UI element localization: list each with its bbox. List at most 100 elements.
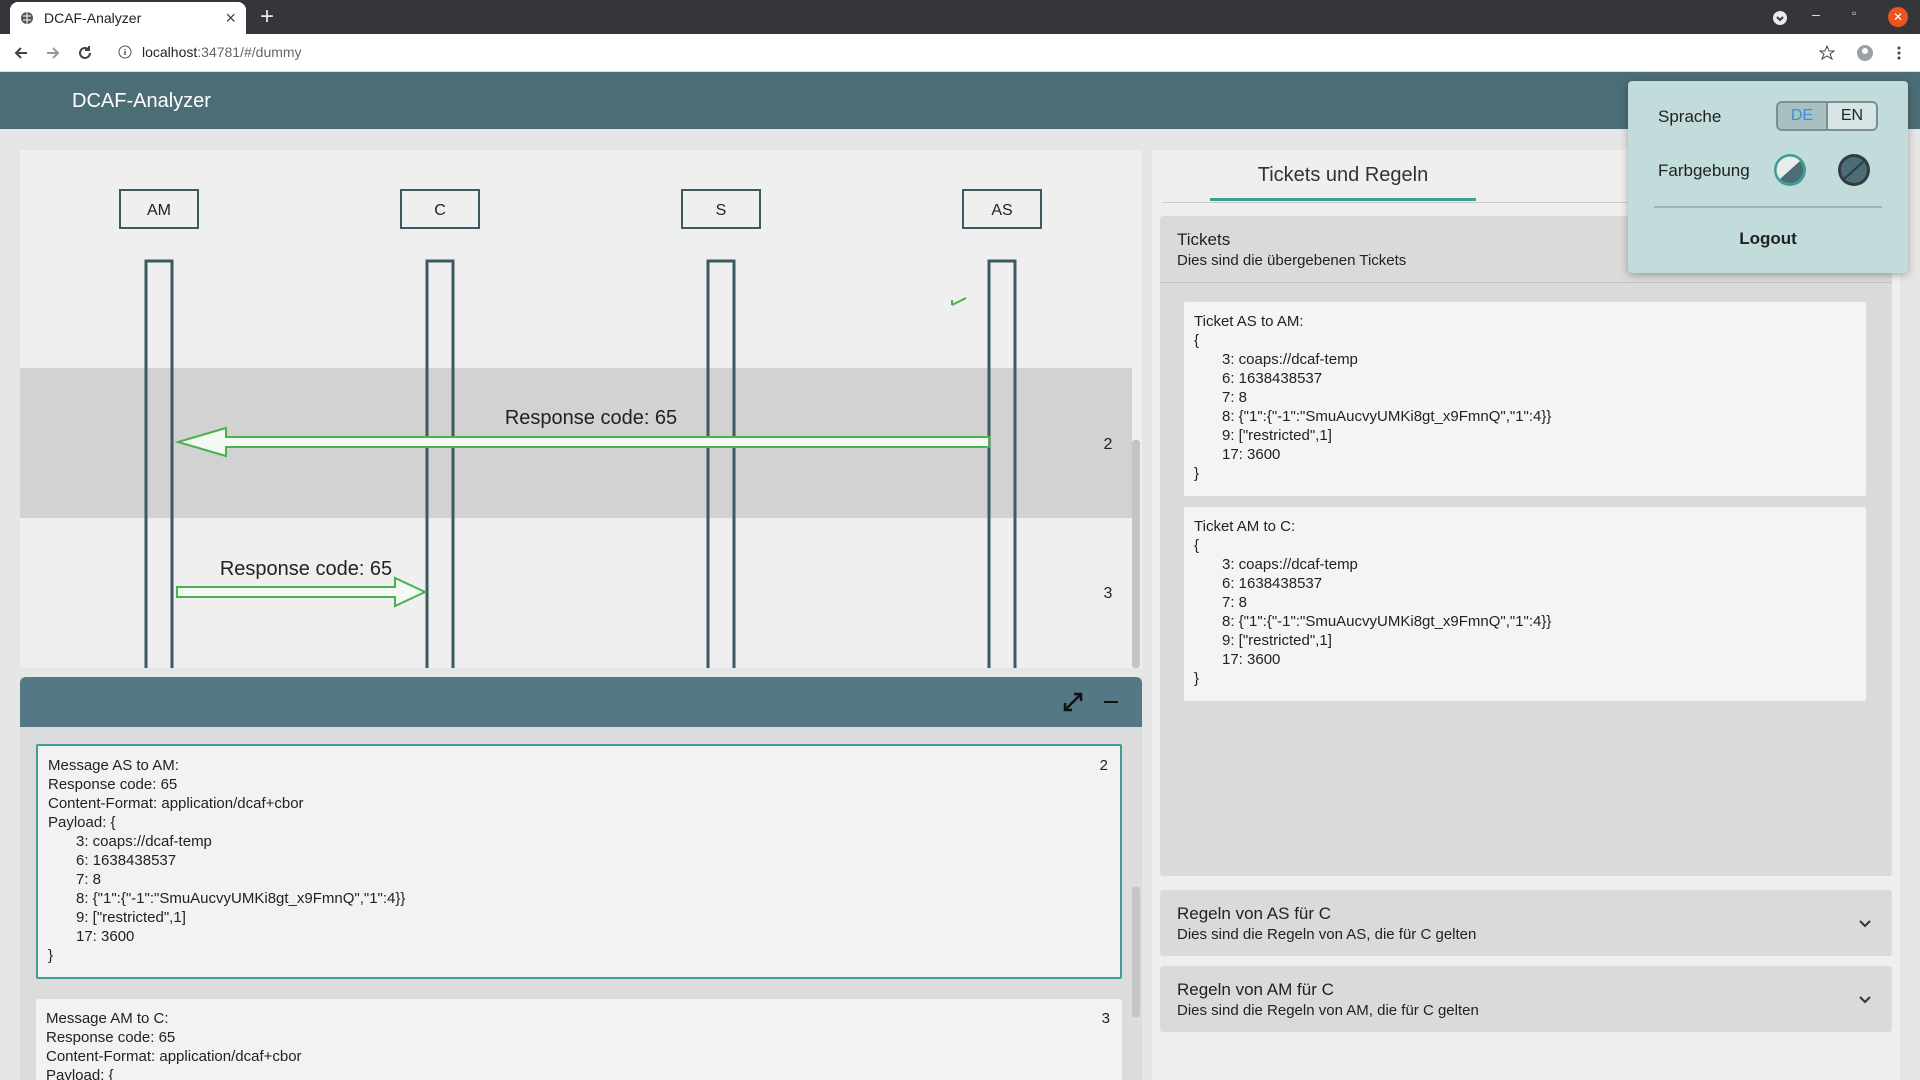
close-tab-icon[interactable]: × (225, 8, 236, 29)
message-detail-card[interactable]: 3 Message AM to C: Response code: 65 Con… (36, 999, 1122, 1080)
browser-tab[interactable]: DCAF-Analyzer × (10, 2, 246, 34)
message-detail-line: Response code: 65 (48, 776, 178, 793)
ticket-heading: Ticket AM to C: (1194, 518, 1296, 535)
star-icon[interactable] (1816, 42, 1838, 64)
message-detail-line: Response code: 65 (46, 1029, 176, 1046)
message-detail-line: Payload: { (48, 814, 116, 831)
profile-icon[interactable] (1854, 42, 1876, 64)
message-arrow-3[interactable]: Response code: 65 3 (176, 558, 1113, 608)
info-icon[interactable] (118, 45, 132, 59)
message-detail-line: Message AS to AM: (48, 757, 179, 774)
message-detail-card[interactable]: 2 Message AS to AM: Response code: 65 Co… (36, 744, 1122, 979)
browser-toolbar: localhost:34781/#/dummy (0, 34, 1920, 72)
address-bar[interactable]: localhost:34781/#/dummy (142, 44, 302, 60)
browser-tabstrip: DCAF-Analyzer × + – ▫ ✕ (0, 0, 1920, 34)
ticket-line: 8: {"1":{"-1":"SmuAucvyUMKi8gt_x9FmnQ","… (1222, 613, 1552, 630)
url-path: :34781/#/dummy (197, 44, 302, 60)
profile-menu-icon[interactable] (1772, 10, 1788, 26)
minimize-icon[interactable]: – (1812, 6, 1820, 22)
message-label-3: Response code: 65 (220, 558, 392, 580)
participant-label-as: AS (991, 202, 1012, 219)
payload-line: 3: coaps://dcaf-temp (76, 833, 212, 850)
chevron-down-icon[interactable] (1858, 992, 1872, 1006)
ticket-card: Ticket AS to AM: { 3: coaps://dcaf-temp … (1184, 302, 1866, 496)
forward-icon[interactable] (42, 42, 64, 64)
ticket-line: 17: 3600 (1222, 446, 1281, 463)
ticket-line: 3: coaps://dcaf-temp (1222, 556, 1358, 573)
settings-divider (1654, 206, 1882, 208)
browser-tab-title: DCAF-Analyzer (44, 10, 142, 26)
message-number-3: 3 (1104, 585, 1113, 602)
lang-de-button[interactable]: DE (1778, 103, 1826, 129)
rules-as-subtitle: Dies sind die Regeln von AS, die für C g… (1177, 926, 1477, 943)
participant-am[interactable]: AM (119, 189, 199, 229)
ticket-card: Ticket AM to C: { 3: coaps://dcaf-temp 6… (1184, 507, 1866, 701)
minimize-panel-icon[interactable] (1098, 690, 1124, 714)
message-detail-number: 3 (1101, 1010, 1110, 1027)
tickets-rules-panel: Tickets und Regeln Tickets Dies sind die… (1152, 150, 1900, 1080)
maximize-icon[interactable]: ▫ (1852, 6, 1856, 20)
check-icon (951, 297, 967, 306)
ticket-line: 8: {"1":{"-1":"SmuAucvyUMKi8gt_x9FmnQ","… (1222, 408, 1552, 425)
message-detail-line: Message AM to C: (46, 1010, 169, 1027)
sequence-diagram-svg: AM C S AS Response code: 65 2 Response c… (20, 189, 1132, 668)
chevron-down-icon[interactable] (1858, 916, 1872, 930)
lang-en-button[interactable]: EN (1826, 103, 1876, 129)
url-host: localhost (142, 44, 198, 60)
diagram-scrollbar[interactable] (1132, 440, 1140, 668)
rules-am-subtitle: Dies sind die Regeln von AM, die für C g… (1177, 1002, 1479, 1019)
payload-line: 17: 3600 (76, 928, 135, 945)
app-title: DCAF-Analyzer (72, 90, 211, 112)
payload-line: 8: {"1":{"-1":"SmuAucvyUMKi8gt_x9FmnQ","… (76, 890, 406, 907)
back-icon[interactable] (10, 42, 32, 64)
details-scrollbar[interactable] (1132, 887, 1140, 1017)
reload-icon[interactable] (74, 42, 96, 64)
participant-c[interactable]: C (400, 189, 480, 229)
language-toggle: DE EN (1776, 101, 1878, 131)
tickets-subtitle: Dies sind die übergebenen Tickets (1177, 252, 1407, 269)
dark-theme-icon[interactable] (1836, 152, 1872, 188)
ticket-line: 17: 3600 (1222, 651, 1281, 668)
participant-as[interactable]: AS (962, 189, 1042, 229)
message-detail-line: Content-Format: application/dcaf+cbor (46, 1048, 302, 1065)
globe-icon (21, 12, 33, 24)
payload-line: 9: ["restricted",1] (76, 909, 186, 926)
rules-am-accordion[interactable]: Regeln von AM für C Dies sind die Regeln… (1160, 966, 1892, 1032)
color-scheme-label: Farbgebung (1658, 161, 1750, 180)
logout-button[interactable]: Logout (1628, 229, 1908, 249)
message-number-2: 2 (1104, 436, 1113, 453)
light-theme-icon[interactable] (1772, 152, 1808, 188)
participant-s[interactable]: S (681, 189, 761, 229)
message-detail-line: Content-Format: application/dcaf+cbor (48, 795, 304, 812)
tab-indicator (1210, 198, 1476, 201)
new-tab-button[interactable]: + (260, 4, 274, 30)
ticket-line: 7: 8 (1222, 594, 1248, 611)
ticket-open: { (1194, 332, 1200, 349)
ticket-line: 3: coaps://dcaf-temp (1222, 351, 1358, 368)
rules-am-title: Regeln von AM für C (1177, 980, 1334, 999)
rules-as-title: Regeln von AS für C (1177, 904, 1332, 923)
settings-popup: Sprache DE EN Farbgebung Logout (1628, 81, 1908, 273)
rules-as-accordion[interactable]: Regeln von AS für C Dies sind die Regeln… (1160, 890, 1892, 956)
message-label-2: Response code: 65 (505, 407, 677, 429)
tickets-accordion[interactable]: Tickets Dies sind die übergebenen Ticket… (1160, 216, 1892, 876)
ticket-close: } (1194, 465, 1200, 482)
message-detail-number: 2 (1099, 757, 1108, 774)
payload-line: 6: 1638438537 (76, 852, 177, 869)
tab-tickets-rules[interactable]: Tickets und Regeln (1210, 164, 1476, 187)
ticket-line: 9: ["restricted",1] (1222, 427, 1332, 444)
ticket-line: 6: 1638438537 (1222, 575, 1323, 592)
window-close-icon[interactable]: ✕ (1888, 7, 1908, 27)
more-icon[interactable] (1888, 42, 1910, 64)
tickets-divider (1160, 282, 1892, 283)
participant-label-am: AM (147, 202, 171, 219)
payload-line: 7: 8 (76, 871, 102, 888)
participant-label-c: C (434, 202, 446, 219)
ticket-line: 9: ["restricted",1] (1222, 632, 1332, 649)
details-header (20, 677, 1142, 727)
expand-icon[interactable] (1060, 690, 1086, 714)
participant-label-s: S (716, 202, 727, 219)
ticket-line: 6: 1638438537 (1222, 370, 1323, 387)
message-detail-line: Payload: { (46, 1067, 114, 1080)
message-details-panel: 2 Message AS to AM: Response code: 65 Co… (20, 677, 1142, 1080)
